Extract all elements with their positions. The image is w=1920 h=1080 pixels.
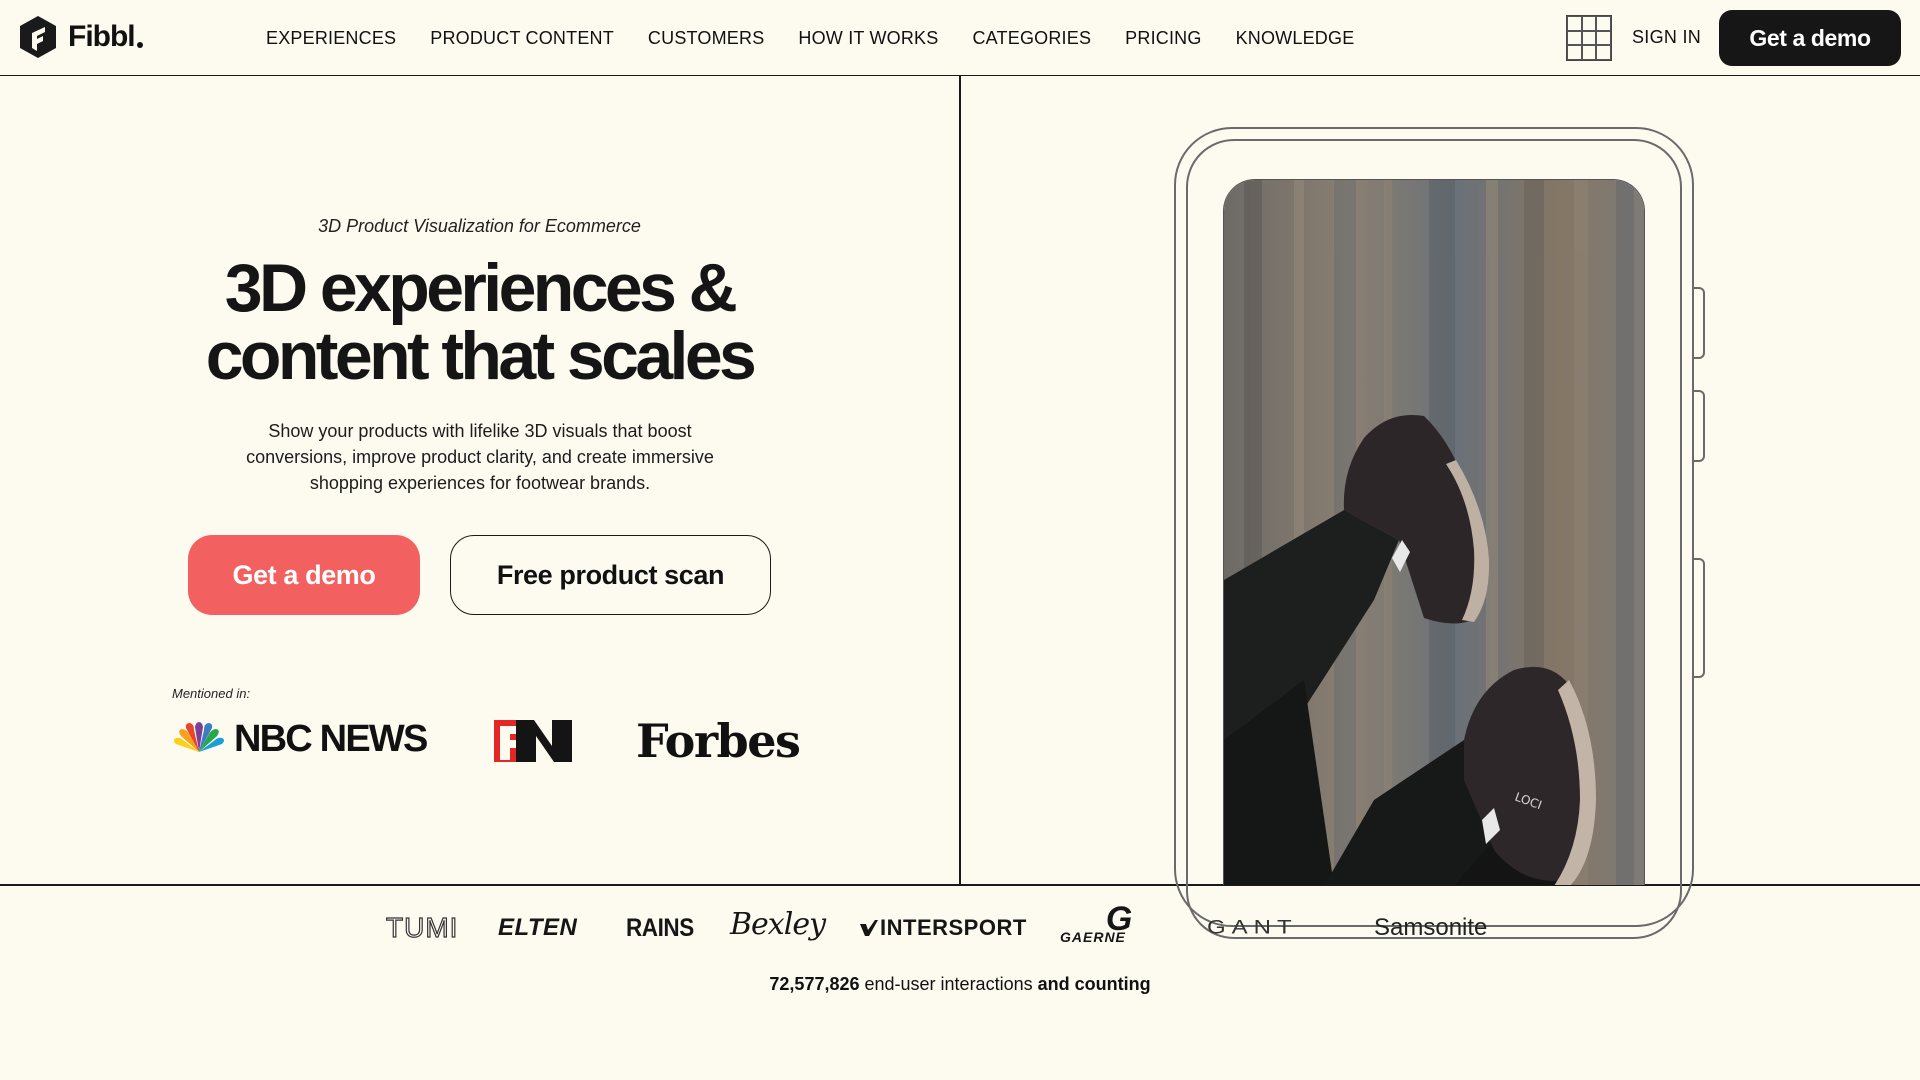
fibbl-logo[interactable]: Fibbl [18,14,143,60]
headline-line-2: content that scales [205,318,757,394]
intersport-check-icon [860,920,878,936]
phone-screen-video[interactable]: LOCI [1223,179,1645,885]
nav-customers[interactable]: CUSTOMERS [648,28,764,49]
intersport-wordmark: INTERSPORT [880,915,1027,940]
forbes-logo: Forbes [636,714,801,768]
nav-categories[interactable]: CATEGORIES [972,28,1091,49]
shoe-video-frame: LOCI [1224,180,1644,885]
hero-subcopy: Show your products with lifelike 3D visu… [246,421,714,493]
logo-wordmark: Fibbl [68,20,136,53]
interactions-counter: 72,577,826 end-user interactions and cou… [0,974,1920,995]
free-product-scan-button[interactable]: Free product scan [450,535,771,615]
main-nav: EXPERIENCES PRODUCT CONTENT CUSTOMERS HO… [266,0,1388,76]
nav-product-content[interactable]: PRODUCT CONTENT [430,28,614,49]
bexley-logo: Bexley [730,906,826,942]
phone-side-button [1693,287,1705,359]
phone-side-button [1693,390,1705,462]
rains-logo: RAINS [626,913,694,942]
fibbl-logo-icon [20,16,56,58]
hero-eyebrow: 3D Product Visualization for Ecommerce [318,216,641,236]
tumi-logo: TUMI [385,911,459,943]
interactions-label: end-user interactions [859,974,1038,994]
mentioned-in-label: Mentioned in: [172,686,251,701]
hero-vertical-divider [959,76,961,884]
nbc-peacock-icon [174,722,224,752]
nav-experiences[interactable]: EXPERIENCES [266,28,396,49]
gant-logo: GANT [1207,916,1298,939]
gaerne-logo: GAERNE G [1060,900,1133,948]
nbc-news-logo: NBC NEWS [172,716,428,762]
fn-logo [494,720,572,762]
phone-side-button [1693,558,1705,678]
samsonite-logo: Samsonite [1374,914,1488,941]
intersport-logo: INTERSPORT [860,908,1027,948]
headline-line-1: 3D experiences & [224,250,738,326]
get-demo-button[interactable]: Get a demo [188,535,420,615]
sign-in-link[interactable]: SIGN IN [1632,27,1701,48]
gaerne-g-mark: G [1105,899,1134,938]
nav-knowledge[interactable]: KNOWLEDGE [1236,28,1355,49]
interactions-tail: and counting [1037,974,1151,994]
nbc-news-wordmark: NBC NEWS [234,717,428,760]
elten-logo: ELTEN [498,914,578,941]
grid-menu-icon[interactable] [1566,15,1612,61]
nav-how-it-works[interactable]: HOW IT WORKS [798,28,938,49]
nav-pricing[interactable]: PRICING [1125,28,1201,49]
site-header: Fibbl EXPERIENCES PRODUCT CONTENT CUSTOM… [0,0,1920,76]
logo-dot [136,42,143,48]
hero-headline: 3D experiences & content that scales [0,254,959,390]
header-get-demo-button[interactable]: Get a demo [1719,10,1901,66]
interactions-count: 72,577,826 [769,974,860,994]
